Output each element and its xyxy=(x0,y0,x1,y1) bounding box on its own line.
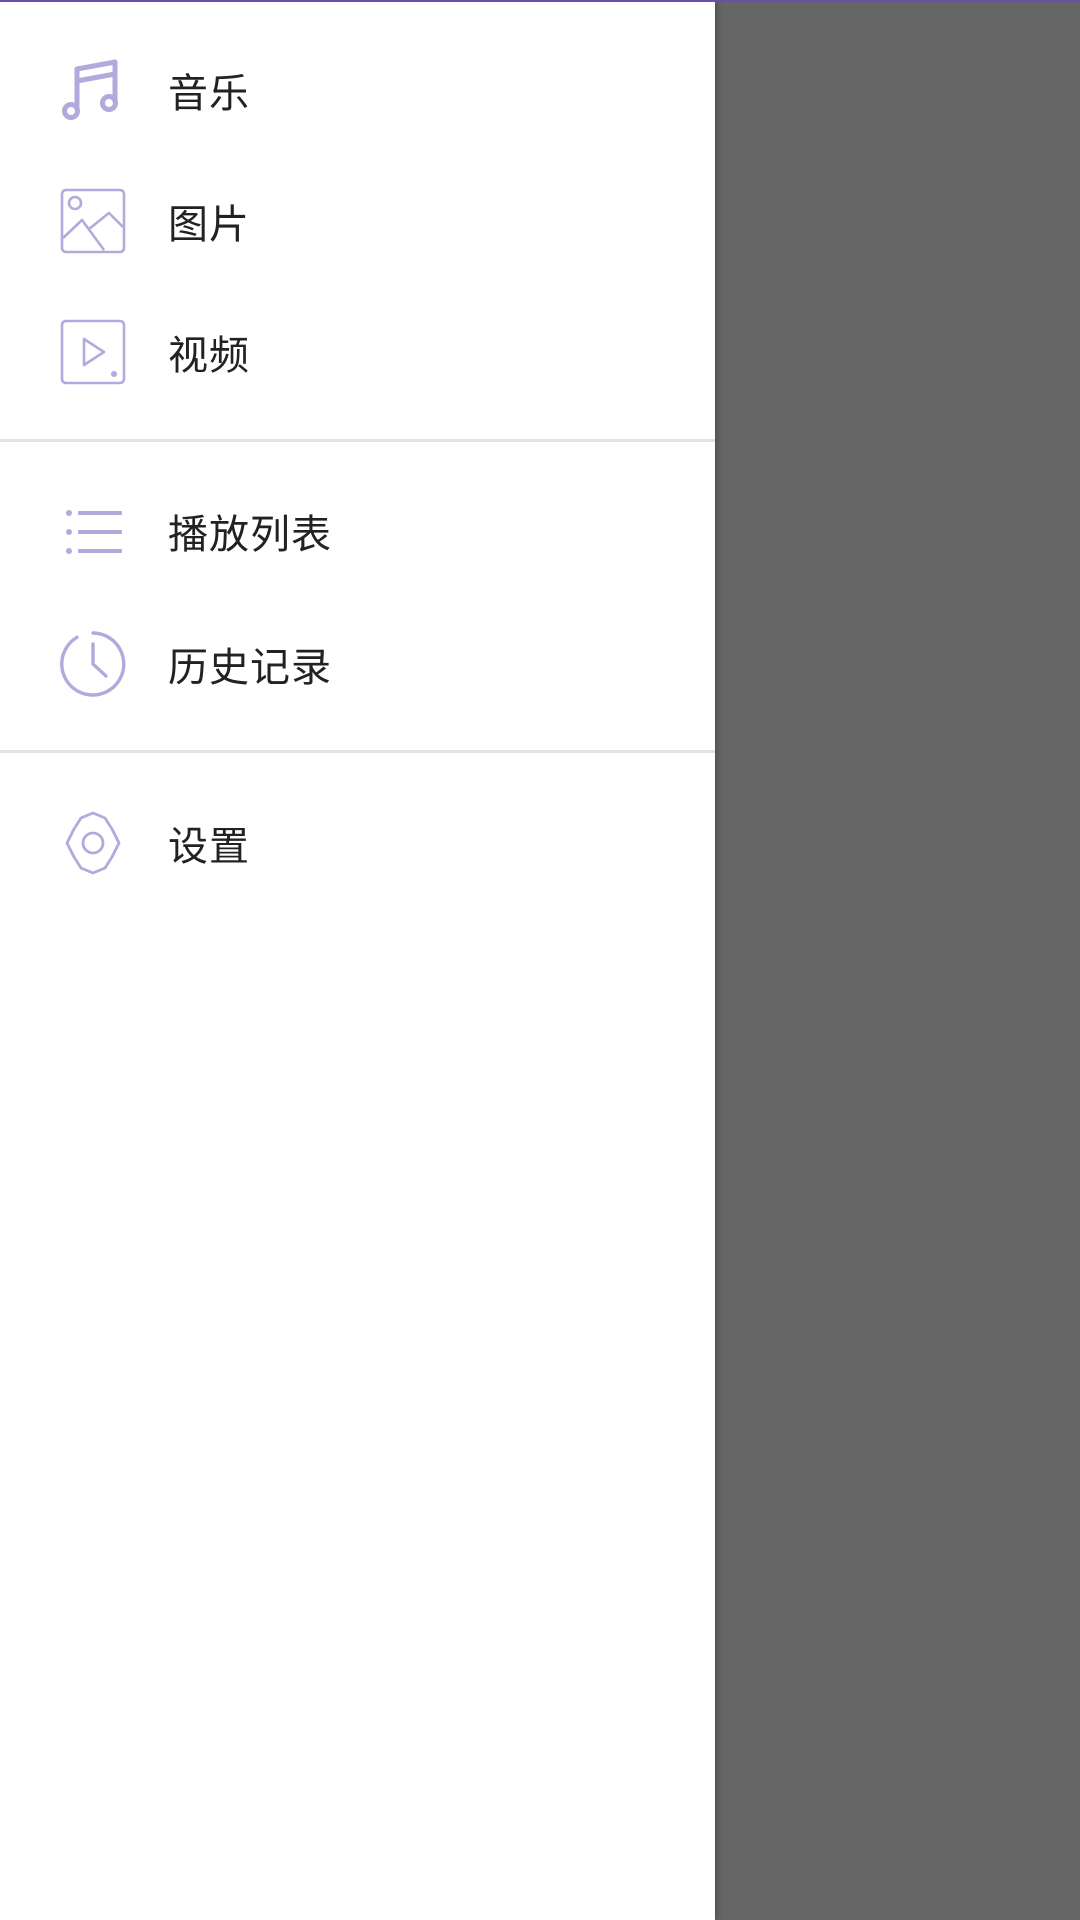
drawer-item-playlist[interactable]: 播放列表 xyxy=(0,465,715,597)
drawer-scrim[interactable] xyxy=(715,0,1080,1920)
drawer-item-label: 设置 xyxy=(168,824,250,870)
clock-icon xyxy=(60,631,126,697)
drawer-item-label: 历史记录 xyxy=(168,645,332,691)
gear-icon xyxy=(60,810,126,876)
drawer-divider xyxy=(0,439,715,442)
app-screen: 音乐 图片 视频 播放列表 历史记录 设置 xyxy=(0,0,1080,1920)
drawer-item-video[interactable]: 视频 xyxy=(0,286,715,418)
list-icon xyxy=(60,498,126,564)
drawer-item-images[interactable]: 图片 xyxy=(0,155,715,287)
drawer-item-label: 视频 xyxy=(168,333,250,379)
status-accent-line xyxy=(0,0,1080,2)
image-icon xyxy=(60,188,126,254)
drawer-item-music[interactable]: 音乐 xyxy=(0,24,715,156)
drawer-item-label: 图片 xyxy=(168,202,250,248)
drawer-item-label: 音乐 xyxy=(168,71,250,117)
drawer-divider xyxy=(0,750,715,753)
video-play-icon xyxy=(60,319,126,385)
music-note-icon xyxy=(60,57,126,123)
drawer-item-settings[interactable]: 设置 xyxy=(0,777,715,909)
drawer-item-history[interactable]: 历史记录 xyxy=(0,598,715,730)
navigation-drawer: 音乐 图片 视频 播放列表 历史记录 设置 xyxy=(0,0,715,1920)
drawer-item-label: 播放列表 xyxy=(168,512,332,558)
